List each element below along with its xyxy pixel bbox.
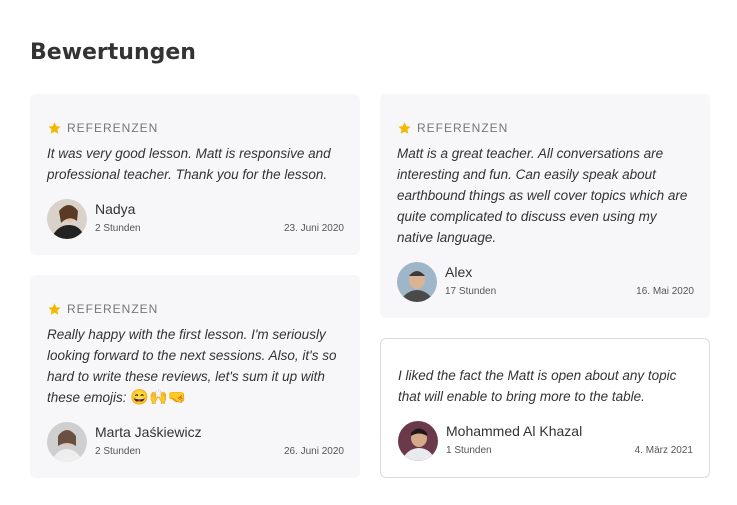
author-meta: Alex 17 Stunden 16. Mai 2020 (445, 262, 694, 302)
review-text: It was very good lesson. Matt is respons… (47, 146, 331, 182)
author-name: Mohammed Al Khazal (446, 423, 583, 439)
avatar[interactable] (397, 262, 437, 302)
avatar[interactable] (398, 421, 438, 461)
star-icon (398, 121, 411, 134)
avatar[interactable] (47, 199, 87, 239)
review-age: 1 Stunden (446, 445, 492, 456)
review-tag-label: REFERENZEN (67, 302, 159, 316)
review-card: REFERENZEN It was very good lesson. Matt… (30, 94, 360, 255)
page-title: Bewertungen (30, 40, 196, 65)
review-card: REFERENZEN Matt is a great teacher. All … (380, 94, 710, 318)
review-author: Marta Jaśkiewicz 2 Stunden 26. Juni 2020 (47, 422, 344, 462)
review-text: I liked the fact the Matt is open about … (398, 368, 677, 404)
author-meta: Nadya 2 Stunden 23. Juni 2020 (95, 199, 344, 239)
review-author: Mohammed Al Khazal 1 Stunden 4. März 202… (398, 421, 693, 461)
review-author: Alex 17 Stunden 16. Mai 2020 (397, 262, 694, 302)
review-tag-label: REFERENZEN (417, 121, 509, 135)
emoji-group: 😄🙌🤜 (130, 389, 187, 406)
review-age: 2 Stunden (95, 223, 141, 234)
review-date: 16. Mai 2020 (636, 286, 694, 297)
review-date: 23. Juni 2020 (283, 223, 344, 234)
author-meta: Marta Jaśkiewicz 2 Stunden 26. Juni 2020 (95, 422, 344, 462)
star-icon (48, 302, 61, 315)
review-date: 26. Juni 2020 (283, 446, 344, 457)
author-name: Marta Jaśkiewicz (95, 424, 202, 440)
review-tag-label: REFERENZEN (67, 121, 159, 135)
review-card: I liked the fact the Matt is open about … (380, 338, 710, 478)
review-author: Nadya 2 Stunden 23. Juni 2020 (47, 199, 344, 239)
star-icon (48, 121, 61, 134)
review-tag: REFERENZEN (397, 120, 694, 136)
review-card: REFERENZEN Really happy with the first l… (30, 275, 360, 478)
review-text: Really happy with the first lesson. I'm … (47, 324, 344, 408)
reviews-column-right: REFERENZEN Matt is a great teacher. All … (380, 94, 710, 498)
reviews-page: Bewertungen REFERENZEN It was very good … (0, 0, 737, 505)
review-age: 17 Stunden (445, 286, 497, 297)
review-date: 4. März 2021 (634, 445, 693, 456)
author-name: Alex (445, 264, 473, 280)
author-name: Nadya (95, 201, 136, 217)
reviews-column-left: REFERENZEN It was very good lesson. Matt… (30, 94, 360, 498)
review-text: Matt is a great teacher. All conversatio… (397, 146, 688, 245)
review-tag: REFERENZEN (47, 120, 344, 136)
review-tag: REFERENZEN (47, 301, 344, 317)
review-age: 2 Stunden (95, 446, 141, 457)
review-text-body: Really happy with the first lesson. I'm … (47, 327, 337, 405)
avatar[interactable] (47, 422, 87, 462)
author-meta: Mohammed Al Khazal 1 Stunden 4. März 202… (446, 421, 693, 461)
